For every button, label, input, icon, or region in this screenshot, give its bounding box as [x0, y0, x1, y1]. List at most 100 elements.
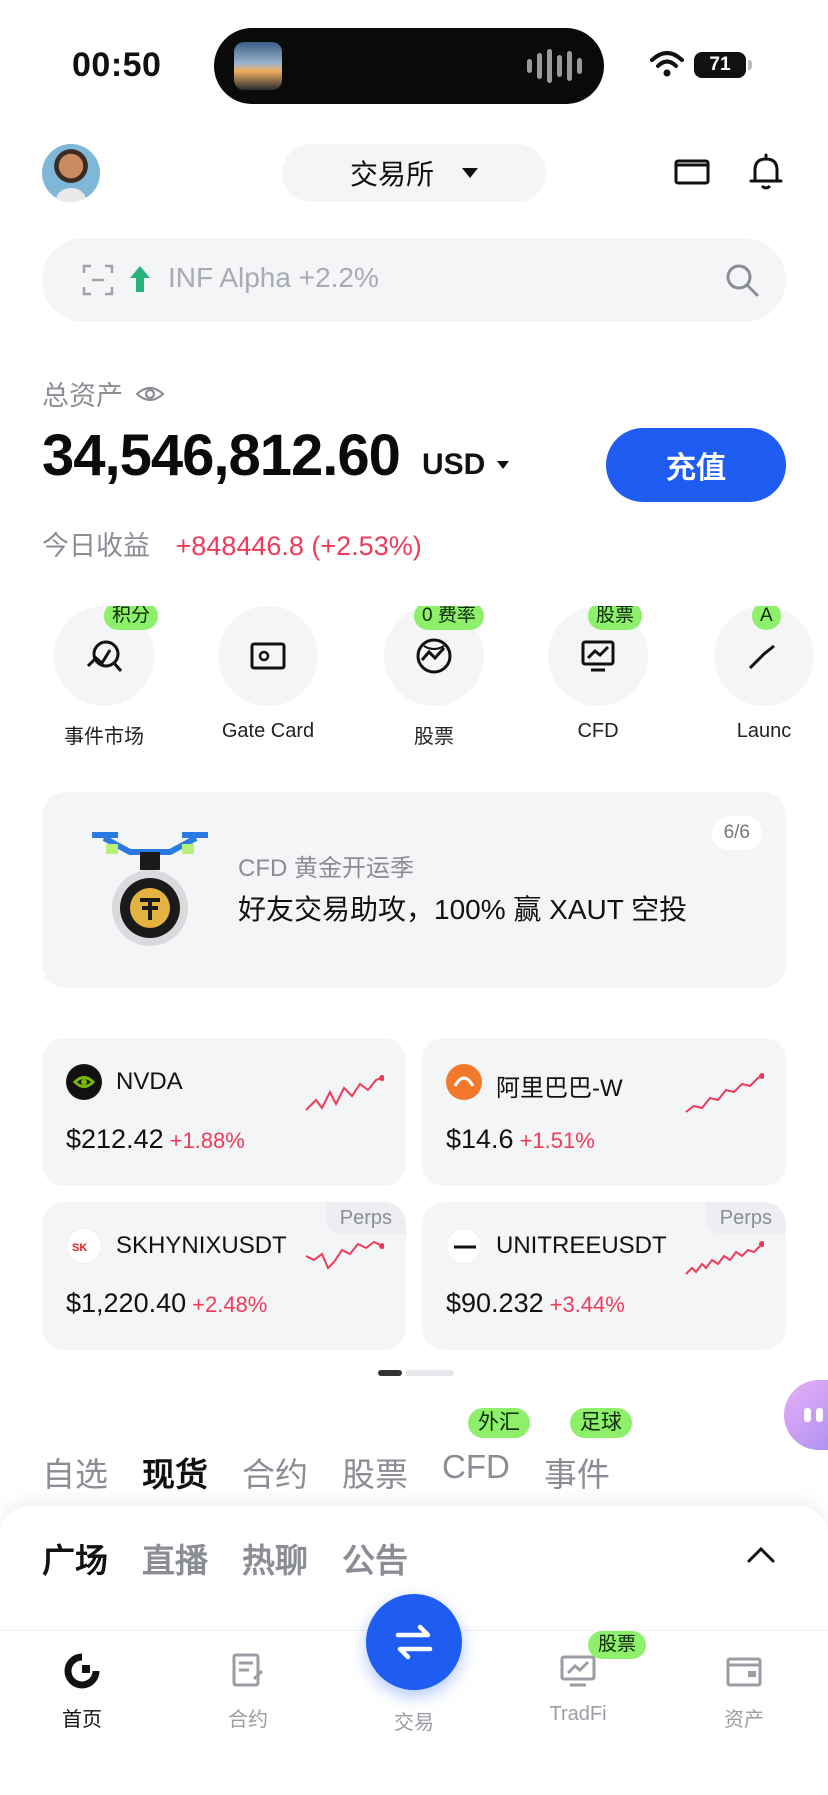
tab-label: 事件 — [543, 1456, 610, 1493]
ticker-name: SKHYNIXUSDT — [116, 1232, 287, 1259]
tab-stocks[interactable]: 股票 — [342, 1448, 408, 1496]
home-logo-icon — [64, 1653, 100, 1689]
media-thumbnail — [234, 42, 282, 90]
nav-assets[interactable]: 资产 — [684, 1631, 804, 1732]
nav-tradfi[interactable]: 股票 TradFi — [518, 1631, 647, 1726]
quick-action-label: Launc — [736, 720, 792, 742]
tab-tag: 外汇 — [468, 1408, 530, 1438]
tab-label: 股票 — [342, 1456, 408, 1493]
quick-action-circle: 股票 — [548, 606, 648, 706]
nav-futures[interactable]: 合约 — [188, 1631, 308, 1732]
ticker-price: $1,220.40 — [66, 1288, 187, 1318]
nav-label: 首页 — [62, 1709, 102, 1731]
bell-icon[interactable] — [746, 152, 786, 192]
quick-action-circle: 0 费率 — [384, 606, 484, 706]
quick-actions: 积分 事件市场 Gate Card 0 费率 股票 股票 CFD A Launc — [42, 606, 828, 746]
tab-label: 现货 — [142, 1456, 208, 1493]
quick-action-label: 股票 — [414, 726, 454, 746]
quick-action-circle: A — [714, 606, 814, 706]
status-time: 00:50 — [72, 46, 162, 84]
tab-watchlist[interactable]: 自选 — [42, 1448, 108, 1496]
deposit-button[interactable]: 充值 — [606, 428, 786, 502]
ticker-price: $90.232 — [446, 1288, 544, 1318]
currency-selector[interactable]: USD — [422, 448, 510, 482]
screen-icon[interactable] — [672, 152, 712, 192]
ticker-card-alibaba[interactable]: 阿里巴巴-W $14.6 +1.51% — [422, 1038, 786, 1186]
market-tabs: 自选 现货 合约 股票 外汇 CFD 足球 事件 — [42, 1408, 644, 1496]
wifi-icon — [650, 51, 684, 77]
search-placeholder: INF Alpha +2.2% — [168, 262, 379, 293]
tradfi-chart-icon — [560, 1655, 596, 1687]
nav-tag: 股票 — [588, 1631, 647, 1659]
quick-action-circle — [218, 606, 318, 706]
tab-spot[interactable]: 现货 — [142, 1448, 208, 1496]
feed-tab-live[interactable]: 直播 — [142, 1534, 208, 1582]
quick-action-label: 事件市场 — [64, 726, 144, 746]
tab-label: CFD — [442, 1448, 510, 1485]
banner-subtitle: CFD 黄金开运季 — [238, 855, 414, 882]
quick-action-circle: 积分 — [54, 606, 159, 706]
quick-action-tag: 积分 — [104, 606, 159, 630]
ticker-price-row: $90.232 +3.44% — [446, 1288, 625, 1319]
launch-icon — [748, 644, 775, 670]
ticker-change: +1.88% — [169, 1128, 245, 1153]
scan-icon[interactable] — [82, 264, 114, 296]
feed-tab-square[interactable]: 广场 — [42, 1534, 108, 1582]
card-icon — [250, 642, 286, 670]
quick-action-launch[interactable]: A Launc — [702, 606, 826, 743]
tab-label: 自选 — [42, 1456, 108, 1493]
xaut-drone-coin-icon — [92, 832, 208, 946]
search-bar[interactable]: INF Alpha +2.2% — [42, 238, 786, 322]
ticker-price-row: $212.42 +1.88% — [66, 1124, 245, 1155]
eye-icon[interactable] — [135, 384, 165, 404]
perps-badge: Perps — [325, 1202, 406, 1234]
dynamic-island — [214, 28, 604, 104]
battery-indicator: 71 — [694, 52, 752, 78]
tab-cfd[interactable]: 外汇 CFD — [442, 1408, 530, 1496]
event-market-icon — [86, 640, 123, 672]
cfd-chart-icon — [581, 640, 615, 672]
avatar[interactable] — [42, 144, 100, 202]
today-pnl-value: +848446.8 (+2.53%) — [175, 531, 422, 561]
chevron-down-icon — [462, 168, 478, 178]
today-pnl: 今日收益 +848446.8 (+2.53%) — [42, 524, 422, 563]
quick-action-tag: 股票 — [588, 606, 643, 630]
nvidia-logo-icon — [66, 1064, 102, 1100]
swap-arrows-icon — [395, 1624, 433, 1660]
svg-text:SK: SK — [72, 1242, 87, 1254]
currency-label: USD — [422, 448, 486, 481]
tab-tag: 足球 — [569, 1408, 632, 1438]
promo-banner[interactable]: 6/6 CFD 黄金开运季 好友交易助攻，100% 赢 XAUT 空投 — [42, 792, 786, 988]
feed-tabs: 广场 直播 热聊 公告 — [42, 1534, 442, 1582]
unitree-logo-icon — [446, 1228, 482, 1264]
ticker-price-row: $14.6 +1.51% — [446, 1124, 595, 1155]
exchange-switcher[interactable]: 交易所 — [282, 144, 546, 202]
banner-pager: 6/6 — [711, 816, 762, 850]
ticker-price-row: $1,220.40 +2.48% — [66, 1288, 267, 1319]
today-pnl-label: 今日收益 — [42, 531, 150, 561]
quick-action-gate-card[interactable]: Gate Card — [206, 606, 330, 743]
quick-action-event-market[interactable]: 积分 事件市场 — [42, 606, 166, 746]
tab-futures[interactable]: 合约 — [242, 1448, 308, 1496]
ticker-price: $212.42 — [66, 1124, 164, 1154]
assistant-float-button[interactable] — [784, 1380, 828, 1450]
feed-tab-hot-chat[interactable]: 热聊 — [242, 1534, 308, 1582]
quick-action-cfd[interactable]: 股票 CFD — [536, 606, 660, 743]
nav-home[interactable]: 首页 — [22, 1631, 142, 1732]
nav-label: TradFi — [549, 1703, 607, 1725]
chevron-up-icon[interactable] — [746, 1544, 776, 1564]
nav-label: 资产 — [724, 1709, 764, 1731]
ticker-name: UNITREEUSDT — [496, 1232, 667, 1259]
quick-action-stocks[interactable]: 0 费率 股票 — [372, 606, 496, 746]
feed-tab-announcements[interactable]: 公告 — [342, 1534, 408, 1582]
ticker-name: 阿里巴巴-W — [496, 1075, 623, 1102]
trade-button[interactable] — [366, 1594, 462, 1690]
quick-action-label: CFD — [577, 720, 619, 742]
search-icon[interactable] — [724, 262, 760, 298]
sparkline — [305, 1240, 384, 1270]
ticker-card-skhynix[interactable]: Perps SK SKHYNIXUSDT $1,220.40 +2.48% — [42, 1202, 406, 1350]
tab-events[interactable]: 足球 事件 — [543, 1408, 632, 1496]
ticker-card-nvda[interactable]: NVDA $212.42 +1.88% — [42, 1038, 406, 1186]
banner-title: 好友交易助攻，100% 赢 XAUT 空投 — [238, 894, 688, 925]
ticker-card-unitree[interactable]: Perps UNITREEUSDT $90.232 +3.44% — [422, 1202, 786, 1350]
